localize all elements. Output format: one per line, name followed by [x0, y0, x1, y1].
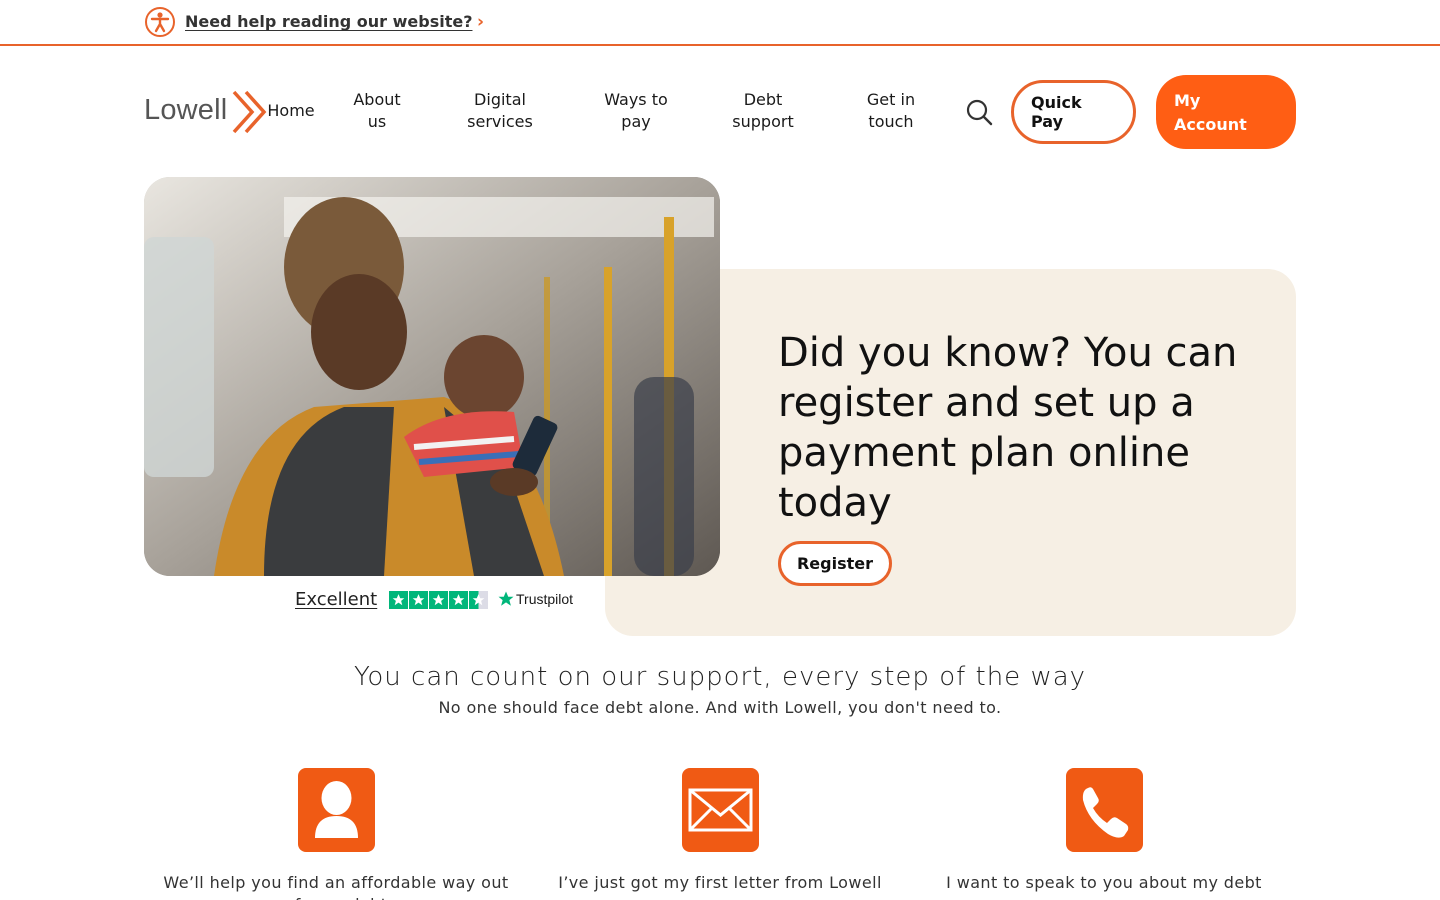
lowell-logo[interactable]: Lowell: [144, 88, 269, 136]
user-icon[interactable]: [298, 768, 375, 852]
my-account-line2: Account: [1174, 115, 1247, 134]
star-icon: [429, 591, 448, 609]
trustpilot-logo-star-icon: [498, 591, 514, 606]
feature-speak-label[interactable]: I want to speak to you about my debt: [930, 872, 1278, 894]
feature-first-letter-label[interactable]: I’ve just got my first letter from Lowel…: [545, 872, 895, 894]
nav-debt-line2: support: [732, 112, 794, 131]
nav-about-line1: About: [353, 90, 401, 109]
nav-home-label: Home: [267, 101, 315, 120]
hero-image: [144, 177, 720, 576]
accessibility-help-link[interactable]: Need help reading our website?: [185, 12, 472, 31]
nav-touch-line1: Get in: [866, 90, 916, 109]
nav-digital-services[interactable]: Digital services: [455, 89, 545, 133]
nav-ways-line1: Ways to: [604, 90, 668, 109]
support-title: You can count on our support, every step…: [353, 662, 1087, 692]
nav-about-us[interactable]: About us: [343, 89, 411, 133]
hero-illustration: [144, 177, 720, 576]
nav-get-in-touch[interactable]: Get in touch: [851, 89, 931, 133]
trustpilot-brand[interactable]: Trustpilot: [516, 591, 573, 607]
nav-about-line2: us: [367, 112, 387, 131]
quick-pay-button[interactable]: Quick Pay: [1011, 80, 1136, 144]
trustpilot-stars: [389, 591, 488, 609]
phone-icon[interactable]: [1066, 768, 1143, 852]
quick-pay-line2: Pay: [1031, 112, 1064, 131]
promo-title: Did you know? You can register and set u…: [778, 330, 1238, 526]
accessibility-icon[interactable]: [145, 7, 175, 37]
my-account-line1: My: [1174, 91, 1201, 110]
accessibility-bar: Need help reading our website? ›: [0, 0, 1440, 46]
nav-digital-line1: Digital: [474, 90, 526, 109]
nav-home[interactable]: Home: [263, 100, 319, 122]
nav-digital-line2: services: [467, 112, 533, 131]
nav-debt-support[interactable]: Debt support: [718, 89, 808, 133]
half-star-icon: [469, 591, 488, 609]
star-icon: [409, 591, 428, 609]
star-icon: [449, 591, 468, 609]
feature-affordable-way-label[interactable]: We’ll help you find an affordable way ou…: [160, 872, 512, 900]
register-button[interactable]: Register: [778, 541, 892, 586]
search-icon[interactable]: [965, 98, 993, 126]
nav-debt-line1: Debt: [743, 90, 783, 109]
quick-pay-line1: Quick: [1031, 93, 1082, 112]
nav-ways-line2: pay: [621, 112, 651, 131]
my-account-button[interactable]: My Account: [1156, 75, 1296, 149]
nav-ways-to-pay[interactable]: Ways to pay: [592, 89, 680, 133]
logo-text: Lowell: [144, 94, 228, 126]
chevron-right-icon[interactable]: ›: [477, 12, 484, 32]
nav-touch-line2: touch: [868, 112, 914, 131]
support-subtitle: No one should face debt alone. And with …: [438, 698, 1002, 717]
trustpilot-rating-text[interactable]: Excellent: [295, 589, 377, 610]
envelope-icon[interactable]: [682, 768, 759, 852]
star-icon: [389, 591, 408, 609]
